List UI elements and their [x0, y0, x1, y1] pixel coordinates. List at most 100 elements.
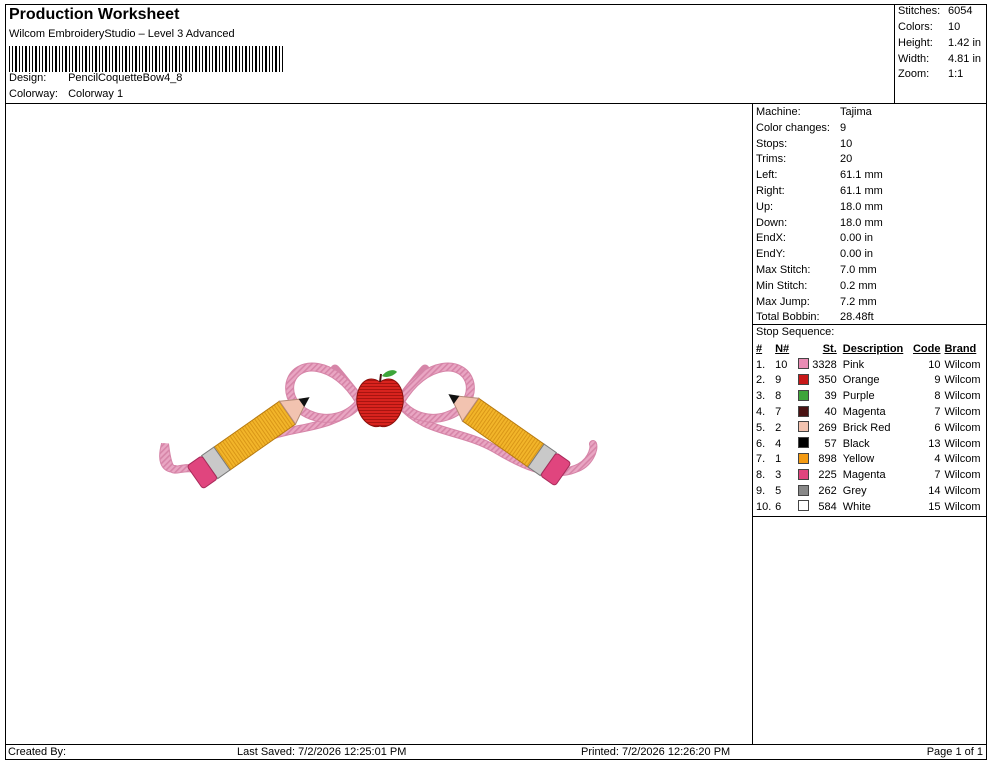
- spec-label: Down:: [756, 216, 788, 229]
- spec-label: EndY:: [756, 248, 786, 261]
- stop-code-cell: 4: [934, 453, 941, 466]
- barcode-bar: [232, 46, 233, 72]
- barcode-bar: [225, 46, 227, 72]
- stop-needle-cell: 6: [775, 500, 782, 513]
- barcode-bar: [229, 46, 230, 72]
- barcode-bar: [139, 46, 140, 72]
- stop-index-cell: 2.: [756, 374, 766, 387]
- barcode-bar: [205, 46, 207, 72]
- spec-row: Max Stitch: 7.0 mm: [756, 264, 877, 279]
- stop-row: 2. 9 350 Orange 9 Wilcom: [756, 373, 987, 389]
- barcode-bar: [39, 46, 40, 72]
- stop-description-cell: Black: [842, 437, 870, 450]
- stop-description-cell: Purple: [842, 390, 875, 403]
- design-row: Design: PencilCoquetteBow4_8: [9, 72, 182, 84]
- barcode-bar: [9, 46, 10, 72]
- software-name: Wilcom EmbroideryStudio – Level 3 Advanc…: [9, 28, 235, 40]
- barcode-bar: [19, 46, 20, 72]
- colorway-value: Colorway 1: [68, 88, 124, 100]
- stop-description-cell: Magenta: [842, 469, 886, 482]
- barcode-bar: [175, 46, 177, 72]
- barcode-bar: [242, 46, 243, 72]
- barcode-bar: [192, 46, 193, 72]
- stop-row: 3. 8 39 Purple 8 Wilcom: [756, 388, 987, 404]
- stop-description-cell: Yellow: [842, 453, 875, 466]
- spec-value: 61.1 mm: [840, 185, 883, 197]
- spec-row: Stops: 10: [756, 138, 852, 153]
- color-swatch-cell: [794, 373, 812, 389]
- stop-index-cell: 7.: [756, 453, 766, 466]
- colors-value: 10: [948, 21, 961, 33]
- stop-needle-cell: 4: [775, 437, 782, 450]
- stop-stitches-cell: 3328: [812, 358, 837, 371]
- spec-label: Left:: [756, 169, 778, 182]
- color-swatch: [797, 437, 809, 449]
- color-swatch-cell: [794, 436, 812, 452]
- barcode-bar: [112, 46, 113, 72]
- barcode-bar: [145, 46, 147, 72]
- design-value: PencilCoquetteBow4_8: [68, 72, 183, 84]
- color-swatch: [797, 468, 809, 480]
- barcode-bar: [79, 46, 80, 72]
- page-title: Production Worksheet: [9, 6, 180, 23]
- stop-code-cell: 7: [934, 469, 941, 482]
- height-value: 1.42 in: [948, 37, 982, 49]
- stop-code-cell: 13: [928, 437, 941, 450]
- barcode-bar: [152, 46, 153, 72]
- barcode-bar: [119, 46, 120, 72]
- stop-code-cell: 14: [928, 485, 941, 498]
- page-number: Page 1 of 1: [926, 746, 983, 758]
- stop-index-cell: 5.: [756, 421, 766, 434]
- spec-value: 28.48ft: [840, 311, 874, 324]
- barcode-bar: [22, 46, 23, 72]
- spec-row: Left: 61.1 mm: [756, 169, 883, 184]
- col-header-description: Description: [842, 342, 904, 355]
- barcode-bar: [272, 46, 273, 72]
- barcode-bar: [275, 46, 277, 72]
- barcode-bar: [199, 46, 200, 72]
- stitches-row: Stitches: 6054: [898, 5, 972, 20]
- stop-description-cell: Orange: [842, 374, 880, 387]
- spec-value: 7.0 mm: [840, 264, 877, 276]
- stop-index-cell: 8.: [756, 469, 766, 482]
- color-swatch: [797, 373, 809, 385]
- barcode-bar: [45, 46, 47, 72]
- col-header-index: #: [756, 342, 763, 355]
- color-swatch: [797, 452, 809, 464]
- barcode-bar: [222, 46, 223, 72]
- last-saved: Last Saved: 7/2/2026 12:25:01 PM: [237, 746, 407, 758]
- spec-row: Trims: 20: [756, 153, 852, 168]
- stop-brand-cell: Wilcom: [944, 406, 981, 419]
- barcode-bar: [122, 46, 123, 72]
- spec-row: Up: 18.0 mm: [756, 201, 883, 216]
- stop-sequence-title: Stop Sequence:: [756, 326, 835, 338]
- color-swatch-cell: [794, 420, 812, 436]
- stop-description-cell: Grey: [842, 485, 867, 498]
- barcode-bar: [115, 46, 117, 72]
- col-header-stitches: St.: [822, 342, 837, 355]
- stop-needle-cell: 1: [775, 453, 782, 466]
- stop-needle-cell: 10: [775, 358, 788, 371]
- stop-code-cell: 15: [928, 500, 941, 513]
- stop-index-cell: 10.: [756, 500, 772, 513]
- spec-label: Stops:: [756, 137, 788, 150]
- stop-stitches-cell: 40: [824, 406, 837, 419]
- col-header-swatch: [794, 341, 812, 357]
- barcode-bar: [125, 46, 127, 72]
- barcode-bar: [132, 46, 133, 72]
- spec-value: Tajima: [840, 106, 872, 118]
- stop-row: 7. 1 898 Yellow 4 Wilcom: [756, 452, 987, 468]
- barcode-bar: [209, 46, 210, 72]
- spec-row: Right: 61.1 mm: [756, 185, 883, 200]
- colorway-row: Colorway: Colorway 1: [9, 88, 123, 100]
- spec-row: Max Jump: 7.2 mm: [756, 296, 877, 311]
- spec-value: 0.2 mm: [840, 279, 877, 292]
- stop-needle-cell: 5: [775, 485, 782, 498]
- barcode-bar: [85, 46, 87, 72]
- barcode-bar: [249, 46, 250, 72]
- stop-brand-cell: Wilcom: [944, 421, 981, 434]
- zoom-value: 1:1: [948, 68, 964, 80]
- col-header-code: Code: [912, 342, 941, 355]
- spec-row: EndX: 0.00 in: [756, 232, 873, 247]
- spec-label: Trims:: [756, 153, 787, 166]
